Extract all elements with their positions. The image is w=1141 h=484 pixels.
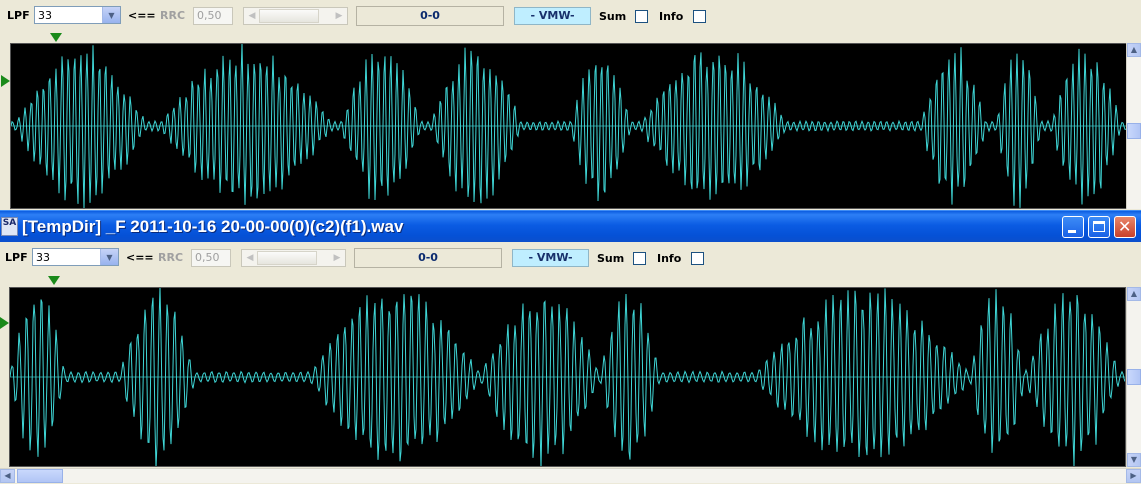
waveform-plot-top: [11, 44, 1126, 208]
window-title: [TempDir] _F 2011-10-16 20-00-00(0)(c2)(…: [22, 217, 404, 236]
hscroll-thumb[interactable]: [17, 469, 63, 483]
info-checkbox[interactable]: [691, 252, 704, 265]
info-checkbox[interactable]: [693, 10, 706, 23]
level-marker-left[interactable]: [1, 75, 10, 87]
minimize-button[interactable]: [1062, 216, 1084, 238]
mode-badge[interactable]: - VMW-: [512, 249, 589, 267]
mode-badge[interactable]: - VMW-: [514, 7, 591, 25]
waveform-view-bottom[interactable]: [9, 287, 1126, 467]
lpf-select[interactable]: 33 ▼: [32, 248, 119, 266]
cursor-marker-top[interactable]: [50, 33, 62, 42]
sum-label: Sum: [599, 10, 627, 23]
apply-arrow-button[interactable]: <==: [128, 9, 156, 22]
chevron-left-icon[interactable]: ◀: [243, 251, 257, 265]
position-counter: 0-0: [354, 248, 502, 268]
rrc-input[interactable]: 0,50: [193, 7, 233, 25]
rrc-slider[interactable]: ◀ ▶: [241, 249, 346, 267]
sum-checkbox[interactable]: [635, 10, 648, 23]
chevron-left-icon[interactable]: ◀: [245, 9, 259, 23]
rrc-label: RRC: [158, 251, 184, 264]
vscroll-thumb[interactable]: [1127, 369, 1141, 385]
rrc-slider[interactable]: ◀ ▶: [243, 7, 348, 25]
top-toolbar: LPF 33 ▼ <== RRC 0,50 ◀ ▶ 0-0 - VMW- Sum…: [0, 0, 1141, 30]
chevron-down-icon[interactable]: ▼: [1127, 453, 1141, 467]
close-button[interactable]: ✕: [1114, 216, 1136, 238]
chevron-up-icon[interactable]: ▲: [1127, 287, 1141, 301]
sum-checkbox[interactable]: [633, 252, 646, 265]
window-titlebar[interactable]: SA [TempDir] _F 2011-10-16 20-00-00(0)(c…: [0, 210, 1141, 242]
waveform-view-top[interactable]: [10, 43, 1127, 209]
level-marker-left[interactable]: [0, 317, 9, 329]
cursor-marker-bottom[interactable]: [48, 276, 60, 285]
info-label: Info: [657, 252, 682, 265]
chevron-down-icon[interactable]: ▼: [102, 7, 120, 23]
maximize-button[interactable]: [1088, 216, 1110, 238]
chevron-down-icon[interactable]: ▼: [100, 249, 118, 265]
bottom-toolbar: LPF 33 ▼ <== RRC 0,50 ◀ ▶ 0-0 - VMW- Sum…: [0, 242, 1141, 272]
rrc-label: RRC: [160, 9, 186, 22]
minimize-icon: [1068, 230, 1076, 233]
lpf-label: LPF: [5, 251, 28, 264]
slider-thumb[interactable]: [259, 9, 319, 23]
apply-arrow-button[interactable]: <==: [126, 251, 154, 264]
lpf-select[interactable]: 33 ▼: [34, 6, 121, 24]
sum-label: Sum: [597, 252, 625, 265]
chevron-right-icon[interactable]: ▶: [330, 251, 344, 265]
slider-thumb[interactable]: [257, 251, 317, 265]
app-icon: SA: [1, 217, 18, 236]
close-icon: ✕: [1118, 217, 1132, 236]
maximize-icon: [1093, 221, 1105, 232]
horizontal-scrollbar[interactable]: ◀ ▶: [0, 468, 1141, 483]
chevron-up-icon[interactable]: ▲: [1127, 43, 1141, 57]
lpf-value: 33: [36, 251, 50, 264]
position-counter: 0-0: [356, 6, 504, 26]
vscroll-thumb[interactable]: [1127, 123, 1141, 139]
waveform-plot-bottom: [10, 288, 1125, 466]
info-label: Info: [659, 10, 684, 23]
lpf-value: 33: [38, 9, 52, 22]
vertical-scrollbar-top[interactable]: ▲: [1126, 43, 1141, 209]
chevron-right-icon[interactable]: ▶: [1126, 469, 1141, 483]
chevron-left-icon[interactable]: ◀: [0, 469, 15, 483]
lpf-label: LPF: [7, 9, 30, 22]
vertical-scrollbar-bottom[interactable]: ▲ ▼: [1126, 287, 1141, 467]
chevron-right-icon[interactable]: ▶: [332, 9, 346, 23]
rrc-input[interactable]: 0,50: [191, 249, 231, 267]
